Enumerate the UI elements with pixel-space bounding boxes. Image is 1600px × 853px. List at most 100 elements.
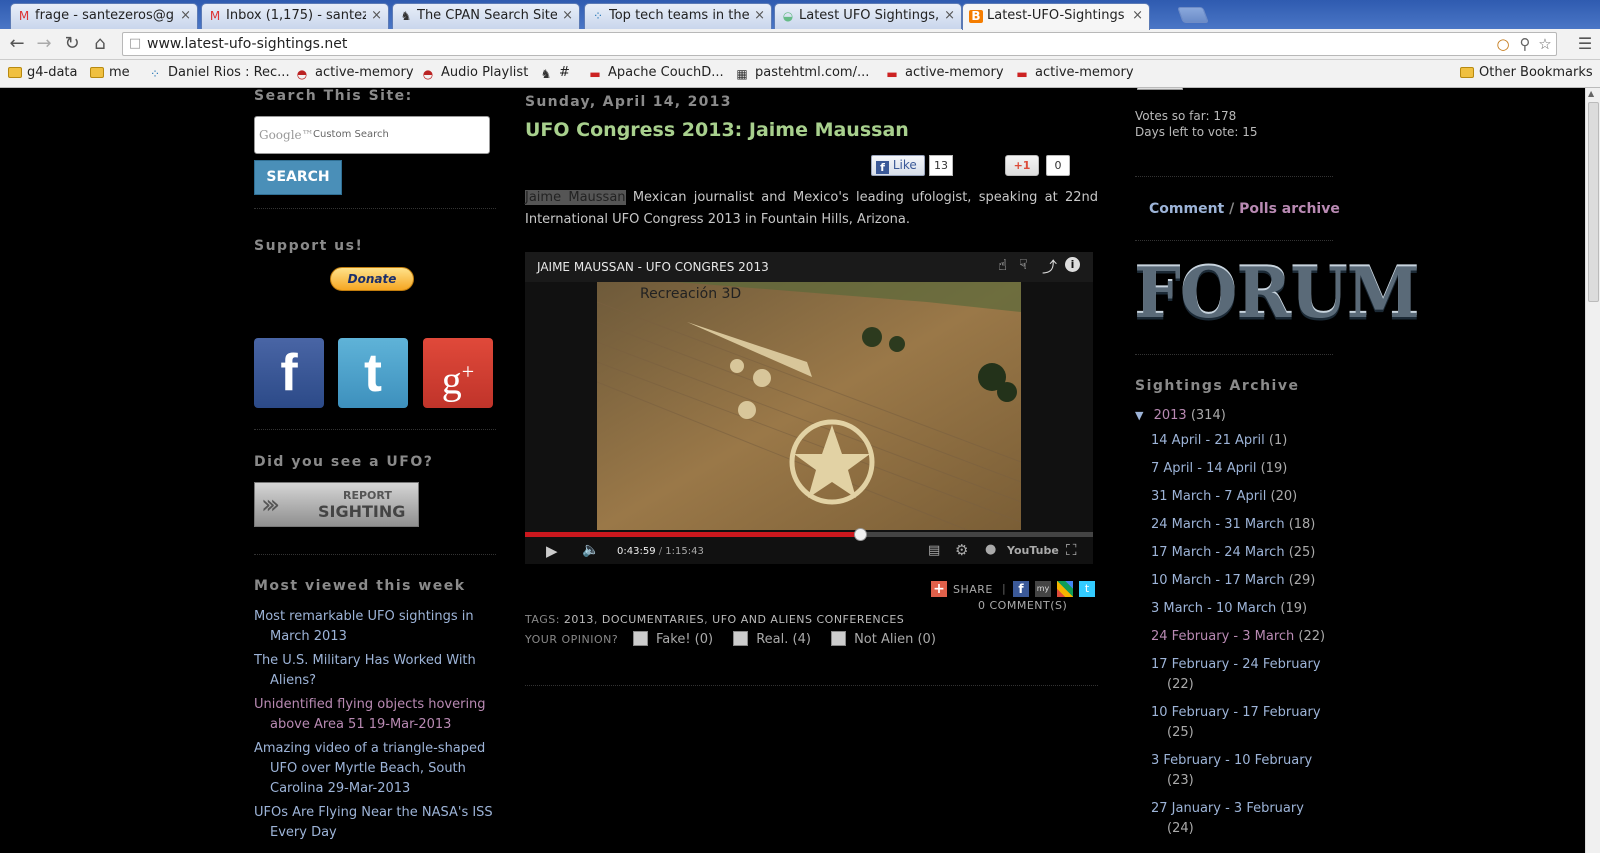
- tab-close-icon[interactable]: ×: [371, 8, 382, 23]
- most-viewed-link[interactable]: Most remarkable UFO sightings in March 20…: [254, 607, 504, 647]
- back-icon[interactable]: ←: [6, 33, 28, 55]
- archive-week-link[interactable]: 17 February - 24 February: [1151, 657, 1321, 672]
- tab-close-icon[interactable]: ×: [180, 8, 191, 23]
- reload-icon[interactable]: ↻: [61, 33, 83, 55]
- archive-week-link[interactable]: 10 February - 17 February: [1151, 705, 1321, 720]
- archive-week-link[interactable]: 31 March - 7 April: [1151, 489, 1266, 504]
- forum-logo[interactable]: FORUM: [1134, 252, 1420, 334]
- archive-week-link[interactable]: 10 March - 17 March: [1151, 573, 1285, 588]
- share-twitter-icon[interactable]: t: [1079, 581, 1095, 597]
- tab-close-icon[interactable]: ×: [562, 8, 573, 23]
- fullscreen-icon[interactable]: ⛶: [1066, 541, 1077, 559]
- search-button[interactable]: SEARCH: [254, 160, 342, 195]
- thumbs-down-icon[interactable]: ☟: [1019, 257, 1028, 273]
- opinion-checkbox[interactable]: [733, 631, 749, 646]
- cookie-blocked-icon[interactable]: ○: [1494, 35, 1512, 53]
- share-label[interactable]: SHARE: [953, 583, 993, 596]
- bookmark-item[interactable]: ◓ Audio Playlist: [420, 65, 529, 81]
- share-icon[interactable]: ⤴: [1042, 256, 1057, 277]
- archive-week-link[interactable]: 17 March - 24 March: [1151, 545, 1285, 560]
- settings-gear-icon[interactable]: ⚙: [955, 541, 968, 559]
- addthis-plus-icon[interactable]: +: [931, 581, 947, 597]
- opinion-checkbox[interactable]: [633, 631, 648, 646]
- video-frame[interactable]: Recreación 3D: [597, 282, 1021, 530]
- archive-week-link[interactable]: 24 February - 3 March: [1151, 629, 1294, 644]
- share-facebook-icon[interactable]: f: [1013, 581, 1029, 597]
- most-viewed-link-text: Every Day: [270, 825, 337, 840]
- donate-button[interactable]: Donate: [330, 267, 414, 291]
- most-viewed-link[interactable]: The U.S. Military Has Worked With Aliens?: [254, 651, 504, 691]
- site-search-input[interactable]: Google™ Custom Search: [254, 116, 490, 154]
- bookmark-item[interactable]: ⁘ Daniel Rios : Rec...: [147, 65, 290, 81]
- zoom-icon[interactable]: ⚲: [1516, 35, 1534, 53]
- volume-icon[interactable]: 🔈: [582, 542, 599, 558]
- browser-tab[interactable]: ♞ The CPAN Search Site ×: [392, 3, 580, 29]
- twitter-icon[interactable]: t: [338, 338, 408, 408]
- captions-icon[interactable]: ▤: [928, 543, 940, 558]
- tag-link[interactable]: DOCUMENTARIES: [602, 613, 704, 626]
- polls-archive-link[interactable]: Polls archive: [1239, 201, 1340, 217]
- google-plus-one-button[interactable]: +1: [1005, 155, 1039, 176]
- home-icon[interactable]: ⌂: [89, 33, 111, 55]
- browser-tab[interactable]: ⁘ Top tech teams in the ×: [584, 3, 772, 29]
- most-viewed-link[interactable]: Unidentified flying objects hovering abov…: [254, 695, 504, 735]
- share-myspace-icon[interactable]: my: [1035, 581, 1051, 597]
- bookmark-item[interactable]: ▬ active-memory: [1014, 65, 1133, 81]
- share-google-icon[interactable]: [1057, 581, 1073, 597]
- scroll-up-icon[interactable]: ▲: [1588, 89, 1594, 98]
- browser-tab[interactable]: Mfrage - santezeros@gr ×: [10, 3, 198, 29]
- browser-tab[interactable]: M Inbox (1,175) - santez ×: [201, 3, 389, 29]
- report-sighting-button[interactable]: ››› REPORT SIGHTING: [254, 482, 419, 527]
- archive-week-link[interactable]: 14 April - 21 April: [1151, 433, 1265, 448]
- most-viewed-link[interactable]: UFOs Are Flying Near the NASA's ISS Every…: [254, 803, 504, 843]
- forward-icon[interactable]: →: [33, 33, 55, 55]
- facebook-icon[interactable]: f: [254, 338, 324, 408]
- info-icon[interactable]: i: [1065, 257, 1080, 272]
- archive-week-link[interactable]: 3 March - 10 March: [1151, 601, 1276, 616]
- tag-link[interactable]: 2013: [564, 613, 594, 626]
- tag-link[interactable]: UFO AND ALIENS CONFERENCES: [712, 613, 904, 626]
- new-tab-button[interactable]: [1177, 7, 1209, 23]
- archive-week-link[interactable]: 7 April - 14 April: [1151, 461, 1256, 476]
- opinion-checkbox[interactable]: [831, 631, 847, 646]
- tab-close-icon[interactable]: ×: [944, 8, 955, 23]
- play-icon[interactable]: ▶: [546, 542, 558, 560]
- video-player[interactable]: JAIME MAUSSAN - UFO CONGRES 2013 ☝ ☟ ⤴ i: [525, 252, 1093, 564]
- address-bar[interactable]: □ www.latest-ufo-sightings.net ○ ⚲ ☆: [122, 32, 1557, 56]
- comments-count[interactable]: 0 COMMENT(S): [978, 599, 1067, 612]
- archive-week-link[interactable]: 24 March - 31 March: [1151, 517, 1285, 532]
- video-progress-bar[interactable]: [525, 528, 1093, 541]
- archive-week-link[interactable]: 27 January - 3 February: [1151, 801, 1304, 816]
- archive-year-link[interactable]: 2013: [1154, 408, 1187, 423]
- video-title[interactable]: JAIME MAUSSAN - UFO CONGRES 2013: [537, 260, 769, 274]
- browser-tab[interactable]: ◒ Latest UFO Sightings, ×: [774, 3, 962, 29]
- youtube-logo[interactable]: YouTube: [1007, 544, 1059, 557]
- bookmark-item[interactable]: ▦ pastehtml.com/...: [734, 65, 869, 81]
- collapse-triangle-icon[interactable]: ▼: [1135, 409, 1143, 422]
- page-scrollbar[interactable]: ▲: [1585, 88, 1600, 853]
- video-scrubber-handle[interactable]: [854, 528, 868, 541]
- scrollbar-thumb[interactable]: [1588, 102, 1599, 302]
- facebook-like-button[interactable]: f Like: [871, 155, 925, 176]
- google-plus-icon[interactable]: g+: [423, 338, 493, 408]
- bookmark-item[interactable]: me: [90, 65, 130, 80]
- thumbs-up-icon[interactable]: ☝: [998, 256, 1007, 274]
- poll-vote-button[interactable]: [1137, 88, 1183, 90]
- wrench-menu-icon[interactable]: ☰: [1574, 33, 1596, 55]
- bookmark-star-icon[interactable]: ☆: [1536, 35, 1554, 53]
- post-title[interactable]: UFO Congress 2013: Jaime Maussan: [525, 119, 909, 141]
- comment-link[interactable]: Comment: [1149, 201, 1224, 217]
- most-viewed-link[interactable]: Amazing video of a triangle-shaped UFO ov…: [254, 739, 504, 799]
- bookmark-item[interactable]: ♞ #: [538, 65, 570, 81]
- other-bookmarks[interactable]: Other Bookmarks: [1460, 65, 1593, 80]
- bookmark-item[interactable]: ▬ Apache CouchD...: [587, 65, 723, 81]
- url-text[interactable]: www.latest-ufo-sightings.net: [147, 36, 347, 52]
- annotations-icon[interactable]: ●: [985, 542, 996, 557]
- bookmark-item[interactable]: g4-data: [8, 65, 78, 80]
- archive-week-link[interactable]: 3 February - 10 February: [1151, 753, 1312, 768]
- browser-tab[interactable]: B Latest-UFO-Sightings ×: [962, 3, 1150, 30]
- tab-close-icon[interactable]: ×: [754, 8, 765, 23]
- tab-close-icon[interactable]: ×: [1132, 8, 1143, 23]
- bookmark-item[interactable]: ▬ active-memory: [884, 65, 1003, 81]
- bookmark-item[interactable]: ◓ active-memory: [294, 65, 414, 81]
